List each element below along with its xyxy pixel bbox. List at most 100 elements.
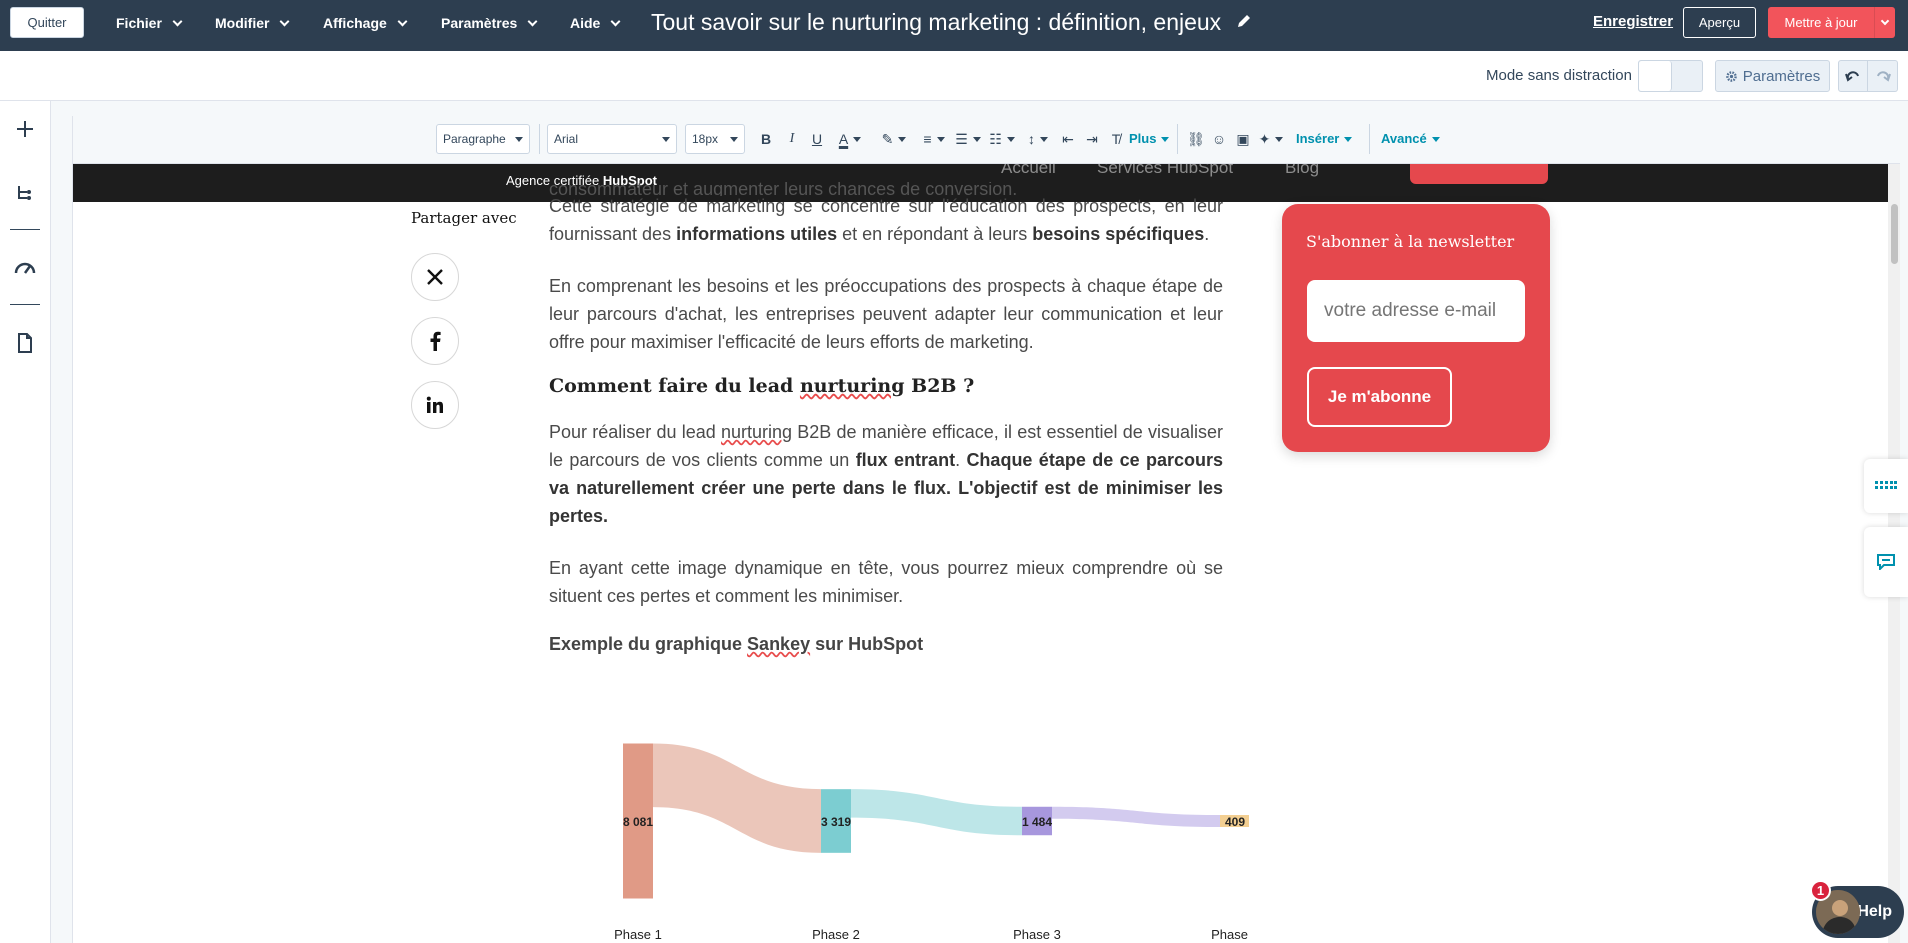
nav-services: Services HubSpot xyxy=(1097,164,1234,177)
side-tab-comments[interactable] xyxy=(1864,527,1908,597)
image-icon[interactable]: ▣ xyxy=(1235,129,1251,149)
menu-fichier[interactable]: Fichier xyxy=(116,0,183,46)
distraction-free-toggle[interactable] xyxy=(1638,60,1703,92)
paragraph-3: Pour réaliser du lead nurturing B2B de m… xyxy=(549,418,1223,530)
scroll-thumb[interactable] xyxy=(1891,204,1898,264)
update-dropdown-button[interactable] xyxy=(1874,7,1895,38)
nav-blog: Blog xyxy=(1285,164,1320,177)
chevron-down-icon xyxy=(527,16,538,26)
emoji-icon[interactable]: ☺ xyxy=(1211,129,1227,149)
sankey-value-label: 8 081 xyxy=(623,815,653,829)
text: sur HubSpot xyxy=(810,634,924,654)
distraction-free-label: Mode sans distraction xyxy=(1486,67,1632,84)
menu-affichage[interactable]: Affichage xyxy=(323,0,408,46)
bullet-list-icon[interactable]: ☰ xyxy=(953,129,983,149)
section-heading: Comment faire du lead nurturing B2B ? xyxy=(549,372,1223,400)
text: Comment faire du lead xyxy=(549,375,800,397)
text-color-icon[interactable]: A xyxy=(835,129,865,149)
bold-icon[interactable]: B xyxy=(759,129,773,149)
nav-accueil: Accueil xyxy=(1001,164,1056,177)
editor-canvas[interactable]: Accueil Services HubSpot Blog Agence cer… xyxy=(72,116,1900,943)
italic-icon[interactable]: I xyxy=(785,129,799,149)
menu-label: Fichier xyxy=(116,15,162,31)
text: et en répondant à leurs xyxy=(837,224,1033,244)
caret-icon xyxy=(662,137,670,142)
facebook-icon xyxy=(430,331,441,351)
misspelled-word: nurturing xyxy=(721,422,793,442)
share-x-button[interactable] xyxy=(411,253,459,301)
chevron-down-icon xyxy=(280,16,290,26)
share-facebook-button[interactable] xyxy=(411,317,459,365)
clear-format-icon[interactable]: T̸ xyxy=(1109,129,1123,149)
newsletter-card: S'abonner à la newsletter Je m'abonne xyxy=(1282,204,1550,452)
settings-button[interactable]: Paramètres xyxy=(1715,60,1830,92)
share-linkedin-button[interactable] xyxy=(411,381,459,429)
insert-label: Insérer xyxy=(1296,131,1340,146)
gear-icon xyxy=(1725,70,1737,82)
subsection-heading: Exemple du graphique Sankey sur HubSpot xyxy=(549,630,1223,658)
font-select[interactable]: Arial xyxy=(547,124,677,154)
undo-button[interactable] xyxy=(1838,60,1868,92)
rich-text-toolbar: Paragraphe Arial 18px B I U A ✎ ≡ ☰ ☷ ↕ … xyxy=(73,116,1900,164)
notification-badge: 1 xyxy=(1810,880,1831,901)
optimize-gauge-icon[interactable] xyxy=(13,256,37,280)
numbered-list-icon[interactable]: ☷ xyxy=(987,129,1017,149)
update-button[interactable]: Mettre à jour xyxy=(1768,7,1874,38)
paragraph-4: En ayant cette image dynamique en tête, … xyxy=(549,558,1223,606)
sankey-value-label: 409 xyxy=(1225,815,1245,829)
paragraph-1: Cette stratégie de marketing se concentr… xyxy=(549,192,1223,248)
add-icon[interactable] xyxy=(13,117,37,141)
structure-icon[interactable] xyxy=(13,181,37,205)
toolbar-divider xyxy=(1177,124,1178,154)
subscribe-button[interactable]: Je m'abonne xyxy=(1307,367,1452,427)
sankey-category-label: Phase 2 xyxy=(812,927,860,941)
chevron-down-icon xyxy=(1880,16,1890,26)
misspelled-word: nurturing xyxy=(799,375,905,397)
more-dropdown[interactable]: Plus xyxy=(1129,131,1170,146)
chevron-down-icon xyxy=(397,16,408,26)
side-tab-apps[interactable] xyxy=(1864,459,1908,513)
indent-icon[interactable]: ⇥ xyxy=(1085,129,1099,149)
link-icon[interactable]: ⛓ xyxy=(1187,129,1205,149)
menu-label: Affichage xyxy=(323,15,387,31)
preview-button[interactable]: Aperçu xyxy=(1683,7,1756,38)
line-height-icon[interactable]: ↕ xyxy=(1023,129,1053,149)
share-label: Partager avec xyxy=(411,209,517,227)
toolbar-divider xyxy=(1369,124,1370,154)
underline-icon[interactable]: U xyxy=(810,129,824,149)
paragraph-select[interactable]: Paragraphe xyxy=(436,124,530,154)
bold-text: informations utiles xyxy=(676,224,838,244)
sankey-category-label: Phase 3 xyxy=(1013,927,1061,941)
save-link[interactable]: Enregistrer xyxy=(1593,13,1673,30)
redo-icon xyxy=(1876,71,1891,82)
quit-button[interactable]: Quitter xyxy=(10,7,84,38)
advanced-dropdown[interactable]: Avancé xyxy=(1381,131,1440,146)
outdent-icon[interactable]: ⇤ xyxy=(1061,129,1075,149)
pencil-icon[interactable] xyxy=(1236,13,1252,29)
file-icon[interactable] xyxy=(13,331,37,355)
highlight-icon[interactable]: ✎ xyxy=(879,129,909,149)
sankey-category-label: Phase 1 xyxy=(614,927,662,941)
sankey-chart: 8 081 Phase 1 3 319 Phase 2 1 484 Phase 3 409 P… xyxy=(614,743,1249,941)
size-select[interactable]: 18px xyxy=(685,124,745,154)
bold-text: besoins spécifiques xyxy=(1032,224,1205,244)
left-rail xyxy=(0,101,51,943)
menu-parametres[interactable]: Paramètres xyxy=(441,0,538,46)
sankey-flow xyxy=(1052,806,1220,827)
email-input[interactable] xyxy=(1307,280,1525,342)
chevron-down-icon xyxy=(610,16,621,26)
rail-divider xyxy=(10,229,40,230)
text: . xyxy=(955,450,967,470)
sankey-flow xyxy=(851,789,1022,836)
embed-icon[interactable]: ✦ xyxy=(1259,129,1284,149)
menu-modifier[interactable]: Modifier xyxy=(215,0,290,46)
article-body[interactable]: Cette stratégie de marketing se concentr… xyxy=(549,192,1223,658)
insert-dropdown[interactable]: Insérer xyxy=(1296,131,1353,146)
menu-label: Aide xyxy=(570,15,601,31)
redo-button[interactable] xyxy=(1868,60,1898,92)
menu-aide[interactable]: Aide xyxy=(570,0,621,46)
header-cta xyxy=(1410,164,1548,184)
align-icon[interactable]: ≡ xyxy=(919,129,949,149)
sankey-value-label: 1 484 xyxy=(1022,815,1052,829)
document-title[interactable]: Tout savoir sur le nurturing marketing :… xyxy=(651,9,1226,39)
